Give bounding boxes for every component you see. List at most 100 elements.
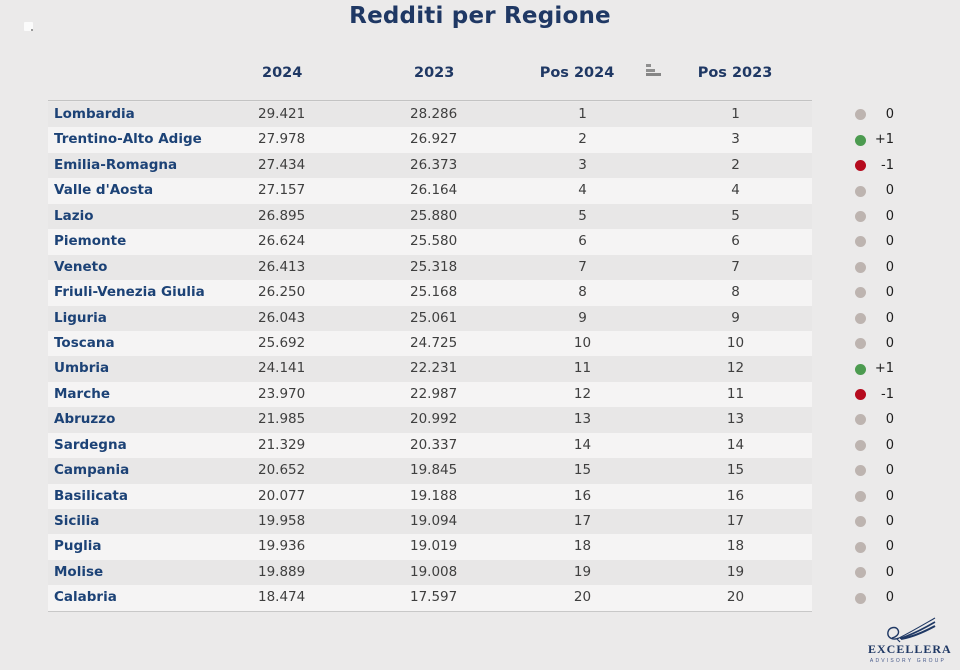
pos-2023-cell: 19: [688, 560, 783, 585]
delta-cell: -1: [854, 382, 894, 407]
region-cell: Campania: [54, 458, 129, 483]
pos-2023-cell: 20: [688, 585, 783, 610]
income-2023-cell: 26.164: [410, 178, 457, 203]
income-2024-cell: 26.895: [258, 204, 305, 229]
income-2024-cell: 19.936: [258, 534, 305, 559]
table-row[interactable]: Abruzzo 21.985 20.992 13 13 0: [0, 407, 960, 432]
income-2024-cell: 19.889: [258, 560, 305, 585]
pos-2024-cell: 12: [535, 382, 630, 407]
pos-2024-cell: 13: [535, 407, 630, 432]
column-header-2023[interactable]: 2023: [414, 64, 454, 82]
pos-2024-cell: 10: [535, 331, 630, 356]
region-cell: Sardegna: [54, 433, 127, 458]
region-cell: Marche: [54, 382, 110, 407]
table-row[interactable]: Umbria 24.141 22.231 11 12 +1: [0, 356, 960, 381]
income-2023-cell: 20.337: [410, 433, 457, 458]
column-header-2024[interactable]: 2024: [262, 64, 302, 82]
delta-cell: 0: [854, 407, 894, 432]
pos-2023-cell: 4: [688, 178, 783, 203]
pos-2024-cell: 3: [535, 153, 630, 178]
delta-cell: 0: [854, 229, 894, 254]
pos-2023-cell: 5: [688, 204, 783, 229]
income-2023-cell: 25.318: [410, 255, 457, 280]
region-cell: Liguria: [54, 306, 107, 331]
pos-2024-cell: 6: [535, 229, 630, 254]
excellera-logo: EXCELLERA ADVISORY GROUP: [868, 617, 948, 664]
delta-cell: 0: [854, 204, 894, 229]
table-row[interactable]: Puglia 19.936 19.019 18 18 0: [0, 534, 960, 559]
delta-cell: 0: [854, 585, 894, 610]
table-row[interactable]: Liguria 26.043 25.061 9 9 0: [0, 306, 960, 331]
pos-2023-cell: 15: [688, 458, 783, 483]
pos-2024-cell: 5: [535, 204, 630, 229]
income-2024-cell: 27.157: [258, 178, 305, 203]
table-row[interactable]: Emilia-Romagna 27.434 26.373 3 2 -1: [0, 153, 960, 178]
pos-2023-cell: 16: [688, 484, 783, 509]
income-2023-cell: 26.373: [410, 153, 457, 178]
page-title: Redditi per Regione: [0, 3, 960, 29]
income-2024-cell: 23.970: [258, 382, 305, 407]
pos-2024-cell: 14: [535, 433, 630, 458]
region-cell: Emilia-Romagna: [54, 153, 177, 178]
sort-ascending-icon[interactable]: [646, 64, 662, 77]
table-row[interactable]: Lazio 26.895 25.880 5 5 0: [0, 204, 960, 229]
table-row[interactable]: Molise 19.889 19.008 19 19 0: [0, 560, 960, 585]
region-cell: Lombardia: [54, 102, 135, 127]
table-row[interactable]: Calabria 18.474 17.597 20 20 0: [0, 585, 960, 610]
column-header-pos-2023[interactable]: Pos 2023: [685, 64, 785, 82]
table-row[interactable]: Veneto 26.413 25.318 7 7 0: [0, 255, 960, 280]
income-2023-cell: 28.286: [410, 102, 457, 127]
income-2023-cell: 19.845: [410, 458, 457, 483]
income-2023-cell: 19.008: [410, 560, 457, 585]
region-cell: Basilicata: [54, 484, 128, 509]
income-2024-cell: 26.250: [258, 280, 305, 305]
pos-2023-cell: 6: [688, 229, 783, 254]
pos-2023-cell: 3: [688, 127, 783, 152]
income-2024-cell: 20.077: [258, 484, 305, 509]
delta-cell: 0: [854, 306, 894, 331]
excellera-quill-logo: [879, 617, 937, 643]
pos-2023-cell: 12: [688, 356, 783, 381]
income-2023-cell: 20.992: [410, 407, 457, 432]
pos-2023-cell: 2: [688, 153, 783, 178]
income-2024-cell: 20.652: [258, 458, 305, 483]
table-row[interactable]: Sicilia 19.958 19.094 17 17 0: [0, 509, 960, 534]
report-page: Redditi per Regione 2024 2023 Pos 2024 P…: [0, 0, 960, 670]
table-row[interactable]: Lombardia 29.421 28.286 1 1 0: [0, 102, 960, 127]
income-2023-cell: 24.725: [410, 331, 457, 356]
pos-2024-cell: 18: [535, 534, 630, 559]
table-row[interactable]: Friuli-Venezia Giulia 26.250 25.168 8 8 …: [0, 280, 960, 305]
region-cell: Umbria: [54, 356, 109, 381]
region-cell: Trentino-Alto Adige: [54, 127, 202, 152]
income-2024-cell: 26.043: [258, 306, 305, 331]
pos-2024-cell: 11: [535, 356, 630, 381]
table-row[interactable]: Trentino-Alto Adige 27.978 26.927 2 3 +1: [0, 127, 960, 152]
table-row[interactable]: Piemonte 26.624 25.580 6 6 0: [0, 229, 960, 254]
pos-2023-cell: 17: [688, 509, 783, 534]
delta-cell: -1: [854, 153, 894, 178]
table-row[interactable]: Valle d'Aosta 27.157 26.164 4 4 0: [0, 178, 960, 203]
table-row[interactable]: Campania 20.652 19.845 15 15 0: [0, 458, 960, 483]
income-2023-cell: 25.168: [410, 280, 457, 305]
delta-cell: 0: [854, 534, 894, 559]
pos-2024-cell: 4: [535, 178, 630, 203]
table-body: Lombardia 29.421 28.286 1 1 0 Trentino-A…: [0, 102, 960, 611]
table-row[interactable]: Marche 23.970 22.987 12 11 -1: [0, 382, 960, 407]
delta-cell: 0: [854, 509, 894, 534]
pos-2023-cell: 11: [688, 382, 783, 407]
table-row[interactable]: Toscana 25.692 24.725 10 10 0: [0, 331, 960, 356]
column-header-pos-2024[interactable]: Pos 2024: [527, 64, 627, 82]
delta-cell: 0: [854, 331, 894, 356]
table-row[interactable]: Basilicata 20.077 19.188 16 16 0: [0, 484, 960, 509]
logo-name: EXCELLERA: [868, 642, 948, 657]
delta-cell: +1: [854, 356, 894, 381]
delta-cell: 0: [854, 280, 894, 305]
pos-2023-cell: 1: [688, 102, 783, 127]
region-cell: Molise: [54, 560, 103, 585]
table-row[interactable]: Sardegna 21.329 20.337 14 14 0: [0, 433, 960, 458]
pos-2024-cell: 16: [535, 484, 630, 509]
table-bottom-divider: [48, 611, 812, 612]
income-2024-cell: 27.978: [258, 127, 305, 152]
region-cell: Sicilia: [54, 509, 99, 534]
delta-cell: 0: [854, 178, 894, 203]
